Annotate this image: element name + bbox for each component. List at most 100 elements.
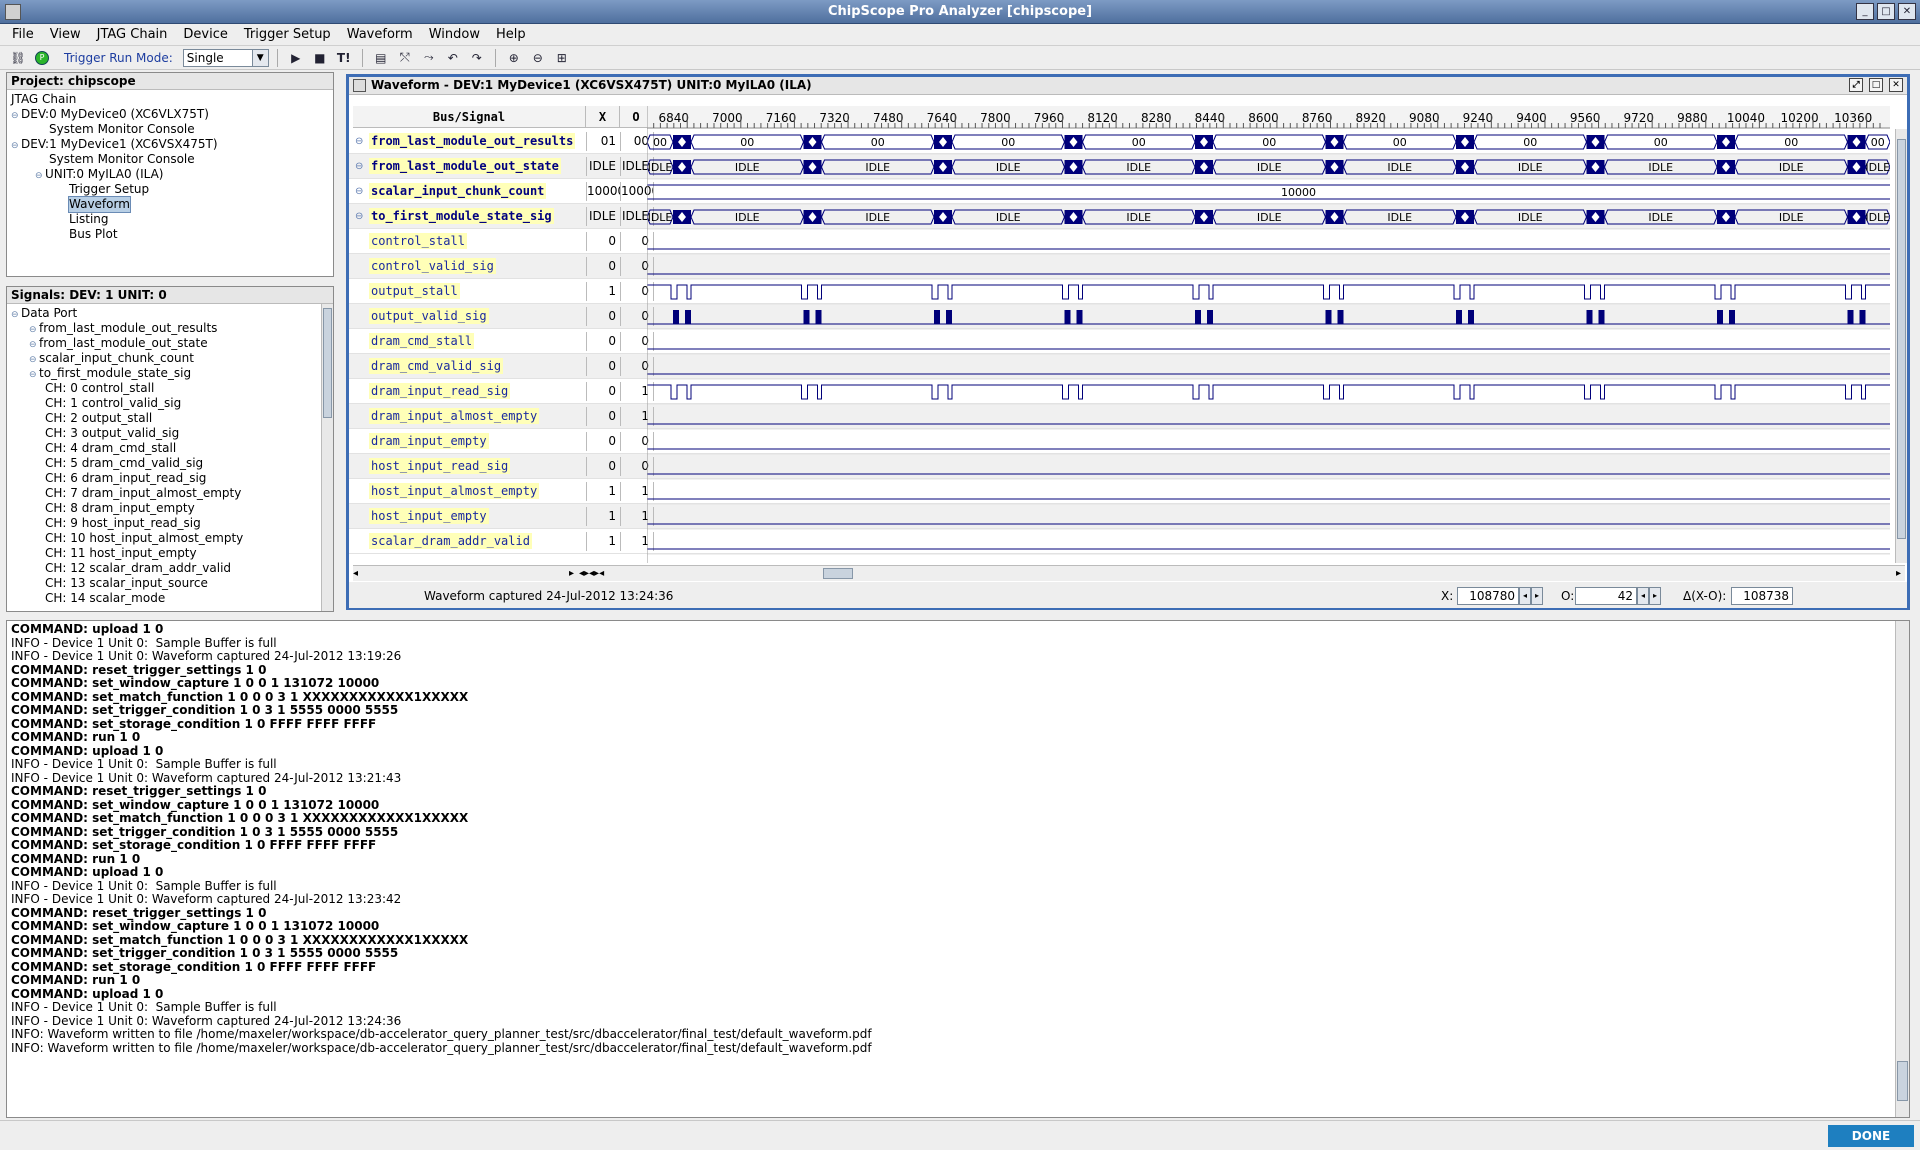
waveform-vscroll[interactable] [1895,129,1907,563]
waveform-plot[interactable]: 6840 7000 7160 7320 7480 7640 7800 7960 8120 8280… [647,77,1890,620]
signal-item[interactable]: CH: 12 scalar_dram_addr_valid [45,561,231,576]
column-header-name[interactable]: Bus/Signal [353,106,586,128]
menu-help[interactable]: Help [488,27,534,42]
bus-value: IDLE [1648,211,1673,224]
signal-name: control_valid_sig [351,257,589,276]
power-icon[interactable]: P [32,48,52,68]
signal-item[interactable]: CH: 1 control_valid_sig [45,396,181,411]
expand-icon[interactable]: ⊖ [29,368,39,383]
expand-icon[interactable]: ⊖ [11,139,21,154]
console-line: COMMAND: reset_trigger_settings 1 0 [11,662,267,677]
chain-icon[interactable]: ⛓ [8,48,28,68]
signals-header: Signals: DEV: 1 UNIT: 0 [7,287,333,304]
menu-view[interactable]: View [42,27,89,42]
x-value: 1 [586,282,620,301]
o-cursor-field[interactable]: 42 [1575,587,1637,605]
console-panel: COMMAND: upload 1 0 INFO - Device 1 Unit … [6,620,1910,1118]
menu-jtag-chain[interactable]: JTAG Chain [89,27,176,42]
expand-icon[interactable]: ⊖ [11,308,21,323]
menu-file[interactable]: File [4,27,42,42]
o-dec-icon[interactable]: ◂ [1637,587,1649,605]
signal-item[interactable]: CH: 2 output_stall [45,411,152,426]
tree-trigger-setup[interactable]: Trigger Setup [69,182,149,197]
signal-item[interactable]: CH: 5 dram_cmd_valid_sig [45,456,203,471]
menu-window[interactable]: Window [421,27,488,42]
stop-icon[interactable]: ■ [310,48,330,68]
time-tick-label: 9080 [1409,111,1440,125]
console-line: COMMAND: set_storage_condition 1 0 FFFF … [11,959,377,974]
zoom-out-icon[interactable]: ⊖ [528,48,548,68]
signal-item[interactable]: CH: 4 dram_cmd_stall [45,441,176,456]
console-line: INFO - Device 1 Unit 0: Sample Buffer is… [11,1000,277,1014]
capture-status: Waveform captured 24-Jul-2012 13:24:36 [424,589,674,603]
document-icon[interactable]: ▤ [371,48,391,68]
signal-item[interactable]: CH: 3 output_valid_sig [45,426,179,441]
console-scrollbar[interactable] [1895,621,1909,1117]
time-tick-label: 8280 [1141,111,1172,125]
o-inc-icon[interactable]: ▸ [1649,587,1661,605]
signal-item[interactable]: CH: 8 dram_input_empty [45,501,195,516]
signal-name: dram_cmd_stall [351,332,589,351]
expand-icon[interactable]: ⊖ [11,109,21,124]
signal-item[interactable]: CH: 6 dram_input_read_sig [45,471,206,486]
signal-item[interactable]: CH: 11 host_input_empty [45,546,197,561]
zoom-fit-icon[interactable]: ⊞ [552,48,572,68]
tree-jtag-chain[interactable]: JTAG Chain [11,92,76,107]
maximize-icon[interactable]: □ [1877,3,1895,20]
column-header-x[interactable]: X [586,106,620,128]
signal-item[interactable]: CH: 9 host_input_read_sig [45,516,201,531]
tree-dev1-sysmon[interactable]: System Monitor Console [49,152,195,167]
signal-item[interactable]: CH: 10 host_input_almost_empty [45,531,243,546]
menu-waveform[interactable]: Waveform [339,27,421,42]
scroll-thumb[interactable] [1897,139,1906,539]
separator [276,48,278,67]
signal-name-text: output_valid_sig [369,308,489,324]
bus-value: IDLE [735,161,760,174]
tree-waveform[interactable]: Waveform [68,196,131,213]
tree-dev0-sysmon[interactable]: System Monitor Console [49,122,195,137]
signal-name-text: scalar_dram_addr_valid [369,533,532,549]
x-cursor-field[interactable]: 108780 [1457,587,1519,605]
trigger-run-mode-select[interactable]: Single ▼ [182,48,269,67]
console-line: COMMAND: set_window_capture 1 0 0 1 1310… [11,676,380,690]
waveform-hscroll[interactable]: ◂ ▸ ◂▸◂▸◂ ▸ [353,565,1905,581]
signal-item[interactable]: CH: 13 scalar_input_source [45,576,208,591]
scroll-end-icon[interactable]: ▸ [1896,568,1901,579]
zoom-in-icon[interactable]: ⊕ [504,48,524,68]
time-tick-label: 8920 [1355,111,1386,125]
signal-item-label: CH: 1 control_valid_sig [45,396,182,410]
time-tick-label: 7160 [766,111,797,125]
signals-scrollbar[interactable] [321,304,333,611]
scroll-thumb[interactable] [323,308,332,418]
expand-icon[interactable]: ⊖ [35,169,45,184]
tree-bus-plot[interactable]: Bus Plot [69,227,118,242]
signal-item[interactable]: CH: 0 control_stall [45,381,154,396]
cursor-prev-icon[interactable]: ↶ [443,48,463,68]
cursor-next-icon[interactable]: ↷ [467,48,487,68]
step-prev-icon[interactable]: ◂▸◂▸◂ [579,568,604,579]
close-icon[interactable]: ✕ [1898,3,1916,20]
menu-trigger-setup[interactable]: Trigger Setup [236,27,339,42]
scroll-thumb[interactable] [1897,1061,1908,1101]
signal-name-text: to_first_module_state_sig [369,208,554,224]
minimize-icon[interactable]: _ [1856,3,1874,20]
hscroll-thumb[interactable] [823,568,853,579]
trigger-immediate-button[interactable]: T! [334,48,354,68]
scroll-right-icon[interactable]: ▸ [569,568,574,579]
menu-device[interactable]: Device [175,27,235,42]
cursor-o-icon[interactable]: ⤳ [419,48,439,68]
waveform-status-bar: Waveform captured 24-Jul-2012 13:24:36 X… [349,582,1907,608]
time-tick-label: 9400 [1516,111,1547,125]
signal-name-text: from_last_module_out_results [369,133,576,149]
done-status: DONE [1828,1125,1914,1147]
x-inc-icon[interactable]: ▸ [1531,587,1543,605]
tree-listing[interactable]: Listing [69,212,109,227]
play-icon[interactable]: ▶ [286,48,306,68]
signal-item[interactable]: CH: 7 dram_input_almost_empty [45,486,241,501]
close-panel-icon[interactable]: ✕ [1889,78,1903,92]
cursor-x-icon[interactable]: ⤲ [395,48,415,68]
scroll-left-icon[interactable]: ◂ [353,568,358,579]
signal-item[interactable]: CH: 14 scalar_mode [45,591,165,606]
x-dec-icon[interactable]: ◂ [1519,587,1531,605]
waveform-trace [647,310,1890,325]
